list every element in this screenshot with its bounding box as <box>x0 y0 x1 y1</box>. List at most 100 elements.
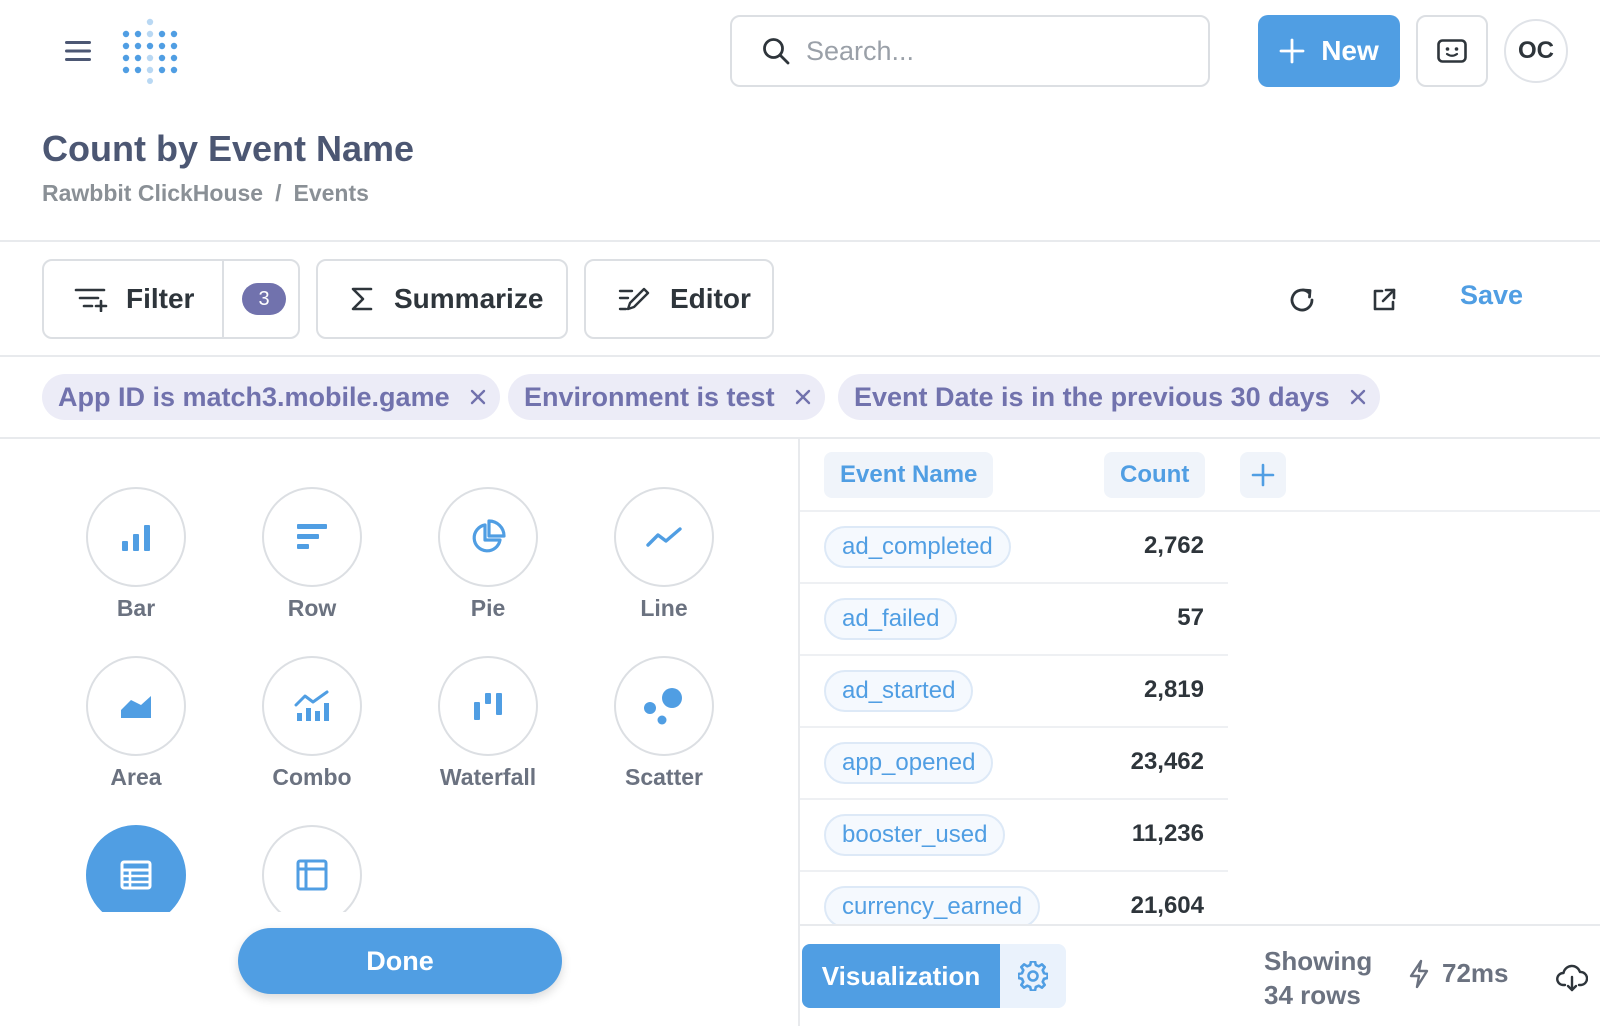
filter-icon <box>74 286 108 312</box>
chart-type-label: Combo <box>272 764 352 790</box>
visualization-settings-button[interactable] <box>1000 944 1066 1008</box>
filter-pill-environment[interactable]: Environment is test <box>508 374 825 420</box>
count-cell: 21,604 <box>1130 892 1204 919</box>
refresh-icon[interactable] <box>1280 278 1324 322</box>
page-title: Count by Event Name <box>42 128 415 169</box>
waterfall-chart-icon[interactable] <box>438 656 538 756</box>
close-icon[interactable] <box>470 389 486 405</box>
breadcrumb-table[interactable]: Events <box>294 180 369 207</box>
count-cell: 57 <box>1177 604 1204 631</box>
filter-pill-event-date[interactable]: Event Date is in the previous 30 days <box>838 374 1380 420</box>
breadcrumb: Rawbbit ClickHouse / Events <box>42 180 369 207</box>
table-row: booster_used 11,236 <box>800 800 1228 872</box>
menu-icon[interactable] <box>58 34 98 68</box>
save-button[interactable]: Save <box>1460 280 1523 311</box>
chart-type-area[interactable]: Area <box>86 656 186 791</box>
gear-icon <box>1018 961 1048 991</box>
filters-divider <box>0 437 1600 439</box>
filter-pill-app-id[interactable]: App ID is match3.mobile.game <box>42 374 500 420</box>
chart-type-label: Line <box>640 595 688 621</box>
row-count: Showing 34 rows <box>1264 944 1372 1012</box>
event-name-cell[interactable]: app_opened <box>824 742 994 784</box>
filter-pill-label: Environment is test <box>524 381 775 412</box>
filter-pill-label: App ID is match3.mobile.game <box>58 381 450 412</box>
area-chart-icon[interactable] <box>86 656 186 756</box>
close-icon[interactable] <box>795 389 811 405</box>
visualization-button[interactable]: Visualization <box>802 944 1000 1008</box>
chart-type-pivot-table[interactable] <box>262 825 362 912</box>
pie-chart-icon[interactable] <box>438 487 538 587</box>
event-name-cell[interactable]: ad_failed <box>824 598 958 640</box>
metabase-logo-icon[interactable] <box>120 18 180 84</box>
new-button-label: New <box>1321 35 1379 66</box>
column-header-event-name[interactable]: Event Name <box>824 452 994 498</box>
chart-type-label: Scatter <box>625 764 703 790</box>
row-chart-icon[interactable] <box>262 487 362 587</box>
table-row: ad_completed 2,762 <box>800 512 1228 584</box>
chart-type-combo[interactable]: Combo <box>262 656 362 791</box>
scatter-chart-icon[interactable] <box>614 656 714 756</box>
table-row: ad_started 2,819 <box>800 656 1228 728</box>
done-button[interactable]: Done <box>238 928 562 994</box>
event-name-cell[interactable]: currency_earned <box>824 886 1041 924</box>
summarize-button[interactable]: Summarize <box>316 259 568 339</box>
chart-type-row[interactable]: Row <box>262 487 362 622</box>
count-cell: 2,762 <box>1143 532 1204 559</box>
add-column-button[interactable] <box>1240 452 1286 498</box>
chart-type-label: Area <box>110 764 162 790</box>
external-link-icon[interactable] <box>1362 278 1406 322</box>
editor-button[interactable]: Editor <box>584 259 774 339</box>
search-bar[interactable] <box>730 15 1210 87</box>
sigma-icon <box>350 286 374 312</box>
table-row: currency_earned 21,604 <box>800 872 1228 924</box>
event-name-cell[interactable]: ad_completed <box>824 526 1011 568</box>
chart-type-label: Bar <box>116 595 156 621</box>
event-name-cell[interactable]: ad_started <box>824 670 974 712</box>
table-icon[interactable] <box>86 825 186 912</box>
bar-chart-icon[interactable] <box>86 487 186 587</box>
chart-type-row-3 <box>0 822 798 912</box>
table-row: ad_failed 57 <box>800 584 1228 656</box>
toolbar-divider <box>0 355 1600 357</box>
filter-count-badge[interactable]: 3 <box>242 283 286 315</box>
line-chart-icon[interactable] <box>614 487 714 587</box>
footer-divider <box>800 924 1600 926</box>
chart-type-line[interactable]: Line <box>614 487 714 622</box>
table-row: app_opened 23,462 <box>800 728 1228 800</box>
chart-type-table[interactable] <box>86 825 186 912</box>
chart-type-waterfall[interactable]: Waterfall <box>438 656 538 791</box>
breadcrumb-database[interactable]: Rawbbit ClickHouse <box>42 180 263 207</box>
chart-type-bar[interactable]: Bar <box>86 487 186 622</box>
filter-pill-label: Event Date is in the previous 30 days <box>854 381 1330 412</box>
filter-button[interactable]: Filter 3 <box>42 259 300 339</box>
new-button[interactable]: New <box>1258 15 1400 87</box>
query-timing: 72ms <box>1408 958 1509 989</box>
combo-chart-icon[interactable] <box>262 656 362 756</box>
close-icon[interactable] <box>1350 389 1366 405</box>
column-header-count[interactable]: Count <box>1104 452 1206 498</box>
search-icon <box>762 37 790 65</box>
table-body: ad_completed 2,762 ad_failed 57 ad_start… <box>800 512 1228 924</box>
header-divider <box>0 240 1600 242</box>
avatar[interactable]: OC <box>1504 19 1568 83</box>
plus-icon <box>1279 38 1305 64</box>
event-name-cell[interactable]: booster_used <box>824 814 1006 856</box>
breadcrumb-separator: / <box>275 180 282 206</box>
chart-type-label: Pie <box>470 595 506 621</box>
chart-type-scatter[interactable]: Scatter <box>614 656 714 791</box>
chart-type-label: Waterfall <box>439 764 537 790</box>
editor-button-label: Editor <box>670 283 751 314</box>
filter-button-label: Filter <box>126 283 195 314</box>
notebook-edit-icon <box>618 285 650 313</box>
pivot-table-icon[interactable] <box>262 825 362 912</box>
metabot-icon <box>1437 39 1467 63</box>
metabot-button[interactable] <box>1416 15 1488 87</box>
count-cell: 2,819 <box>1143 676 1204 703</box>
row-count-line-1: Showing <box>1264 946 1373 976</box>
search-input[interactable] <box>806 35 1166 67</box>
download-icon[interactable] <box>1552 958 1592 998</box>
plus-icon <box>1251 463 1275 487</box>
query-timing-value: 72ms <box>1442 958 1509 988</box>
lightning-icon <box>1408 959 1430 989</box>
chart-type-pie[interactable]: Pie <box>438 487 538 622</box>
